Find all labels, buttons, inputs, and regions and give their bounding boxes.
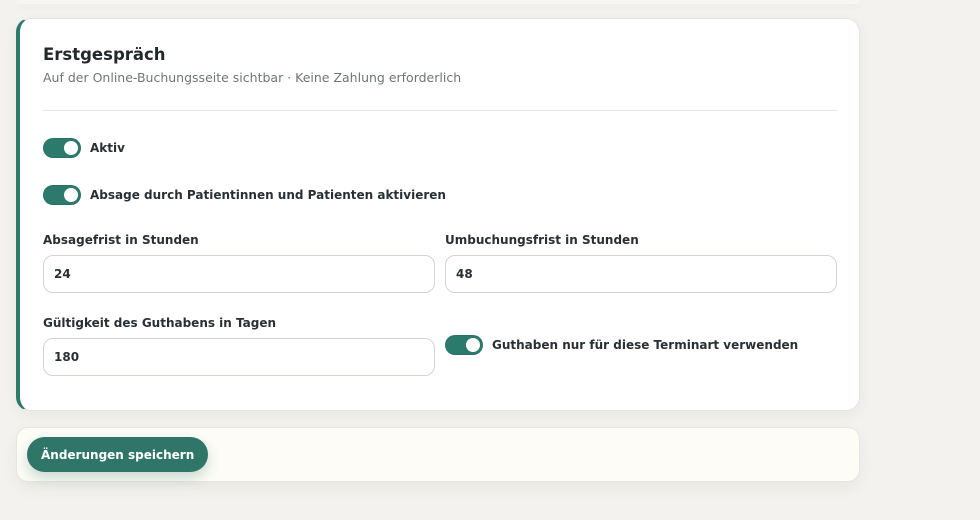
active-toggle-label: Aktiv [90, 141, 125, 155]
card-subtitle: Auf der Online-Buchungsseite sichtbar · … [43, 70, 462, 85]
divider [43, 110, 837, 111]
active-toggle[interactable] [43, 138, 81, 158]
toggle-knob [64, 141, 78, 155]
save-bar: Änderungen speichern [16, 427, 860, 482]
toggle-knob [64, 188, 78, 202]
card-title: Erstgespräch [43, 45, 166, 64]
credit-only-this-type-toggle-label: Guthaben nur für diese Terminart verwend… [492, 338, 799, 352]
appointment-type-card: Erstgespräch Auf der Online-Buchungsseit… [16, 18, 860, 411]
save-changes-button[interactable]: Änderungen speichern [27, 437, 209, 472]
patient-cancellation-toggle[interactable] [43, 185, 81, 205]
credit-only-this-type-toggle[interactable] [445, 335, 483, 355]
rebooking-deadline-label: Umbuchungsfrist in Stunden [445, 233, 639, 247]
credit-validity-label: Gültigkeit des Guthabens in Tagen [43, 316, 277, 330]
toggle-knob [466, 338, 480, 352]
rebooking-deadline-input[interactable] [445, 255, 837, 293]
patient-cancellation-toggle-label: Absage durch Patientinnen und Patienten … [90, 188, 446, 202]
previous-card-edge [16, 0, 860, 4]
cancellation-deadline-label: Absagefrist in Stunden [43, 233, 199, 247]
cancellation-deadline-input[interactable] [43, 255, 435, 293]
credit-validity-input[interactable] [43, 338, 435, 376]
